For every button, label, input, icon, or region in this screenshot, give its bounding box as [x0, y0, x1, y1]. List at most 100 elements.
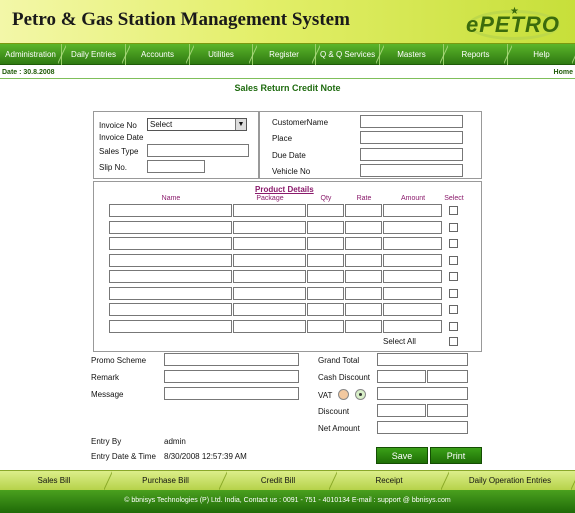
amount-cell-input[interactable]	[383, 220, 442, 234]
amount-cell-input[interactable]	[383, 270, 442, 283]
qty-cell-input[interactable]	[307, 237, 344, 250]
package-cell-input[interactable]	[233, 204, 306, 217]
package-cell-input[interactable]	[233, 319, 306, 333]
name-cell-input[interactable]	[109, 237, 232, 250]
name-cell-input[interactable]	[109, 253, 232, 267]
sales-type-input[interactable]	[147, 144, 249, 157]
name-cell-input[interactable]	[109, 319, 232, 333]
package-cell-input[interactable]	[233, 253, 306, 267]
qty-cell-input[interactable]	[307, 270, 344, 283]
menu-masters[interactable]: Masters	[380, 44, 448, 65]
slip-no-input[interactable]	[147, 160, 205, 173]
save-button[interactable]: Save	[376, 447, 428, 464]
customer-name-input[interactable]	[360, 115, 463, 128]
rate-cell-input[interactable]	[345, 237, 382, 250]
name-cell-input[interactable]	[109, 303, 232, 316]
package-cell-input[interactable]	[233, 286, 306, 300]
entry-datetime-value: 8/30/2008 12:57:39 AM	[164, 452, 247, 461]
current-date: Date : 30.8.2008	[2, 69, 55, 76]
place-label: Place	[272, 134, 293, 143]
menu-administration[interactable]: Administration	[0, 44, 66, 65]
qty-cell-input[interactable]	[307, 319, 344, 333]
amount-cell-input[interactable]	[383, 204, 442, 217]
cash-discount-percent-input[interactable]	[377, 370, 426, 383]
select-all-label: Select All	[383, 337, 416, 346]
row-select-checkbox[interactable]	[449, 288, 458, 298]
row-select-checkbox[interactable]	[449, 222, 458, 232]
rate-cell-input[interactable]	[345, 270, 382, 283]
name-cell-input[interactable]	[109, 286, 232, 300]
rate-cell-input[interactable]	[345, 303, 382, 316]
quick-link-receipt[interactable]: Receipt	[333, 471, 449, 491]
slip-no-label: Slip No.	[99, 163, 128, 172]
message-input[interactable]	[164, 387, 299, 400]
grand-total-input[interactable]	[377, 353, 468, 366]
menu-utilities[interactable]: Utilities	[190, 44, 257, 65]
quick-link-sales-bill[interactable]: Sales Bill	[0, 471, 112, 491]
package-cell-input[interactable]	[233, 303, 306, 316]
select-all-checkbox[interactable]	[449, 337, 458, 346]
row-select-checkbox[interactable]	[449, 239, 458, 248]
divider	[0, 78, 575, 79]
vat-exclusive-radio[interactable]	[338, 389, 349, 400]
rate-cell-input[interactable]	[345, 253, 382, 267]
discount-amount-input[interactable]	[427, 404, 468, 417]
chevron-down-icon: ▼	[235, 119, 246, 130]
name-cell-input[interactable]	[109, 204, 232, 217]
app-header: Petro & Gas Station Management System ★ …	[0, 0, 575, 44]
menu-accounts[interactable]: Accounts	[126, 44, 194, 65]
vat-inclusive-radio[interactable]	[355, 389, 366, 400]
package-cell-input[interactable]	[233, 270, 306, 283]
package-cell-input[interactable]	[233, 220, 306, 234]
amount-cell-input[interactable]	[383, 286, 442, 300]
promo-scheme-input[interactable]	[164, 353, 299, 366]
menu-help[interactable]: Help	[508, 44, 575, 65]
row-select-checkbox[interactable]	[449, 255, 458, 265]
name-cell-input[interactable]	[109, 270, 232, 283]
rate-cell-input[interactable]	[345, 220, 382, 234]
qty-cell-input[interactable]	[307, 303, 344, 316]
row-select-checkbox[interactable]	[449, 206, 458, 215]
invoice-no-select[interactable]: Select ▼	[147, 118, 247, 131]
amount-cell-input[interactable]	[383, 303, 442, 316]
row-select-checkbox[interactable]	[449, 272, 458, 281]
remark-input[interactable]	[164, 370, 299, 383]
discount-percent-input[interactable]	[377, 404, 426, 417]
column-header-rate: Rate	[356, 195, 372, 202]
net-amount-input[interactable]	[377, 421, 468, 434]
qty-cell-input[interactable]	[307, 286, 344, 300]
due-date-input[interactable]	[360, 148, 463, 161]
place-input[interactable]	[360, 131, 463, 144]
epetro-logo: ★ ePETRO	[462, 6, 568, 42]
home-link[interactable]: Home	[554, 69, 573, 76]
amount-cell-input[interactable]	[383, 253, 442, 267]
menu-daily-entries[interactable]: Daily Entries	[62, 44, 130, 65]
quick-link-purchase-bill[interactable]: Purchase Bill	[108, 471, 227, 491]
customer-panel: CustomerName Place Due Date Vehicle No	[259, 111, 482, 179]
qty-cell-input[interactable]	[307, 204, 344, 217]
vat-input[interactable]	[377, 387, 468, 400]
cash-discount-amount-input[interactable]	[427, 370, 468, 383]
vat-label: VAT	[318, 391, 333, 400]
menu-q-q-services[interactable]: Q & Q Services	[316, 44, 384, 65]
menu-reports[interactable]: Reports	[444, 44, 512, 65]
column-header-qty: Qty	[320, 195, 332, 202]
amount-cell-input[interactable]	[383, 237, 442, 250]
name-cell-input[interactable]	[109, 220, 232, 234]
vehicle-no-input[interactable]	[360, 164, 463, 177]
quick-link-credit-bill[interactable]: Credit Bill	[223, 471, 337, 491]
menu-register[interactable]: Register	[253, 44, 320, 65]
qty-cell-input[interactable]	[307, 253, 344, 267]
amount-cell-input[interactable]	[383, 319, 442, 333]
row-select-checkbox[interactable]	[449, 305, 458, 314]
rate-cell-input[interactable]	[345, 204, 382, 217]
quick-link-daily-operation-entries[interactable]: Daily Operation Entries	[445, 471, 575, 491]
qty-cell-input[interactable]	[307, 220, 344, 234]
print-button[interactable]: Print	[430, 447, 482, 464]
row-select-checkbox[interactable]	[449, 321, 458, 331]
package-cell-input[interactable]	[233, 237, 306, 250]
rate-cell-input[interactable]	[345, 286, 382, 300]
rate-cell-input[interactable]	[345, 319, 382, 333]
column-header-package: Package	[256, 195, 284, 202]
column-header-name: Name	[161, 195, 181, 202]
